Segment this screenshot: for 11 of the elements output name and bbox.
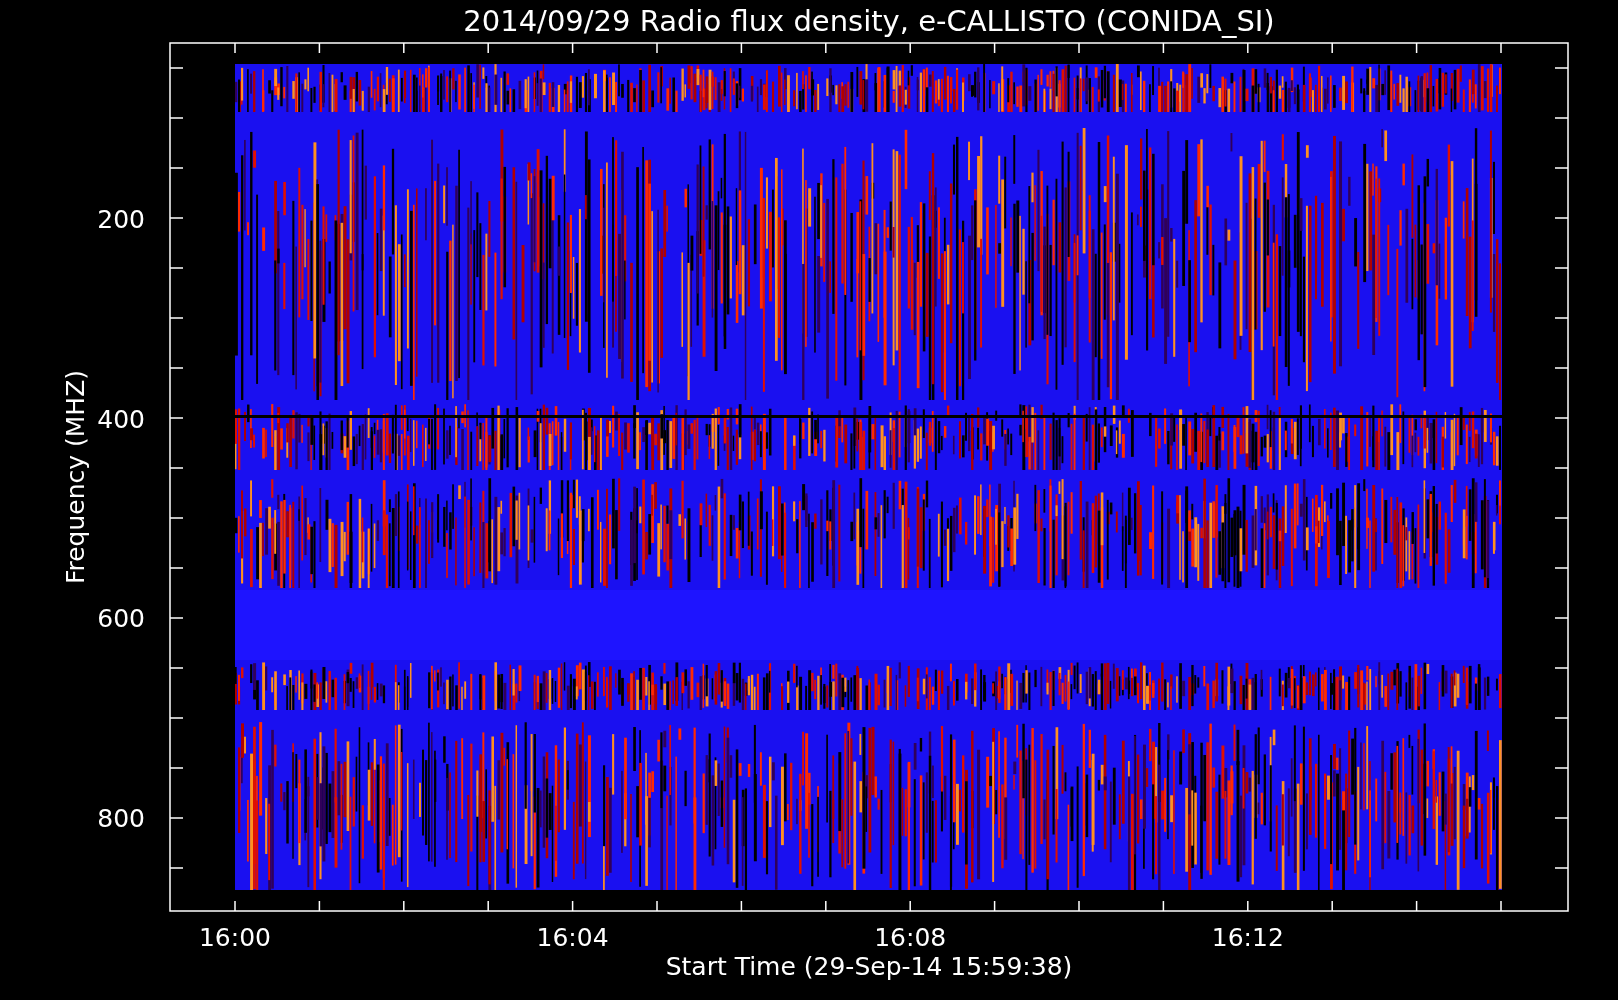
y-tick-label: 800 <box>97 803 145 833</box>
x-axis-label: Start Time (29-Sep-14 15:59:38) <box>665 952 1073 981</box>
y-axis-label: Frequency (MHZ) <box>61 369 90 585</box>
x-tick-label: 16:00 <box>199 923 271 952</box>
x-tick-label: 16:08 <box>874 923 947 952</box>
x-tick-label: 16:12 <box>1211 923 1284 952</box>
chart-title: 2014/09/29 Radio flux density, e-CALLISTO (CONIDA_SI) <box>463 4 1275 38</box>
y-tick-label: 200 <box>97 205 145 234</box>
y-tick-label: 400 <box>97 404 145 434</box>
y-tick-label: 600 <box>97 604 145 633</box>
x-tick-label: 16:04 <box>536 923 609 952</box>
